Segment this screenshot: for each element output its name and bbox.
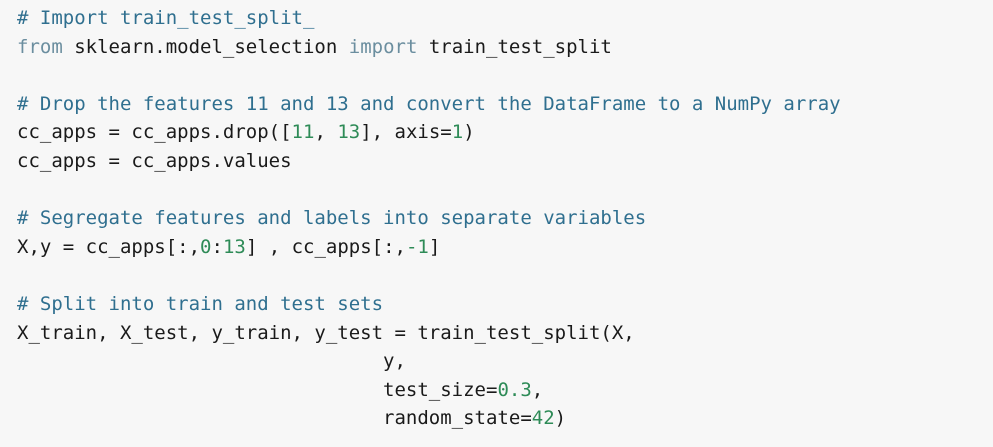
code-text: sklearn.model_selection bbox=[62, 35, 349, 58]
code-text: ] bbox=[428, 235, 441, 258]
code-cell[interactable]: # Import train_test_split_from sklearn.m… bbox=[0, 0, 993, 447]
code-line: random_state=42) bbox=[17, 404, 993, 433]
code-line: test_size=0.3, bbox=[17, 376, 993, 405]
code-text: X_train, X_test, y_train, y_test = train… bbox=[17, 321, 635, 344]
code-line: # Drop the features 11 and 13 and conver… bbox=[17, 90, 993, 119]
code-line: # Segregate features and labels into sep… bbox=[17, 204, 993, 233]
code-number: 13 bbox=[337, 121, 361, 144]
code-line: X_train, X_test, y_train, y_test = train… bbox=[17, 319, 993, 348]
code-text: cc_apps = cc_apps.values bbox=[17, 149, 292, 172]
code-line: # Split into train and test sets bbox=[17, 290, 993, 319]
code-number: 1 bbox=[451, 121, 464, 144]
code-text: : bbox=[211, 235, 223, 258]
code-line: y, bbox=[17, 347, 993, 376]
code-text: , bbox=[531, 378, 544, 401]
code-comment: # Drop the features 11 and 13 and conver… bbox=[17, 92, 841, 115]
code-text: train_test_split bbox=[417, 35, 612, 58]
code-text: random_state= bbox=[17, 407, 532, 430]
code-number: 0 bbox=[200, 235, 212, 258]
code-number: 42 bbox=[531, 407, 555, 430]
code-line: # Import train_test_split_ bbox=[17, 4, 993, 33]
code-number: 13 bbox=[222, 235, 246, 258]
code-keyword: from bbox=[17, 35, 63, 58]
code-number: 11 bbox=[291, 121, 315, 144]
code-text: ] , cc_apps[:, bbox=[245, 235, 406, 258]
code-text: ) bbox=[463, 121, 475, 144]
code-text: ) bbox=[554, 407, 567, 430]
code-text: y, bbox=[17, 350, 406, 373]
code-line: cc_apps = cc_apps.drop([11, 13], axis=1) bbox=[17, 118, 993, 147]
code-comment: # Segregate features and labels into sep… bbox=[17, 207, 647, 230]
code-number: 0.3 bbox=[497, 378, 532, 401]
code-text: test_size= bbox=[17, 378, 498, 401]
code-text: X,y = cc_apps[:, bbox=[17, 235, 201, 258]
code-line: cc_apps = cc_apps.values bbox=[17, 147, 993, 176]
code-text: , bbox=[314, 121, 338, 144]
code-number: -1 bbox=[405, 235, 429, 258]
code-comment: # Import train_test_split_ bbox=[17, 7, 315, 29]
code-text: cc_apps = cc_apps.drop([ bbox=[17, 121, 292, 144]
code-keyword: import bbox=[348, 35, 418, 58]
code-comment: # Split into train and test sets bbox=[17, 292, 384, 315]
code-text: ], axis= bbox=[360, 121, 452, 144]
code-line: X,y = cc_apps[:,0:13] , cc_apps[:,-1] bbox=[17, 233, 993, 262]
code-line: from sklearn.model_selection import trai… bbox=[17, 33, 993, 62]
